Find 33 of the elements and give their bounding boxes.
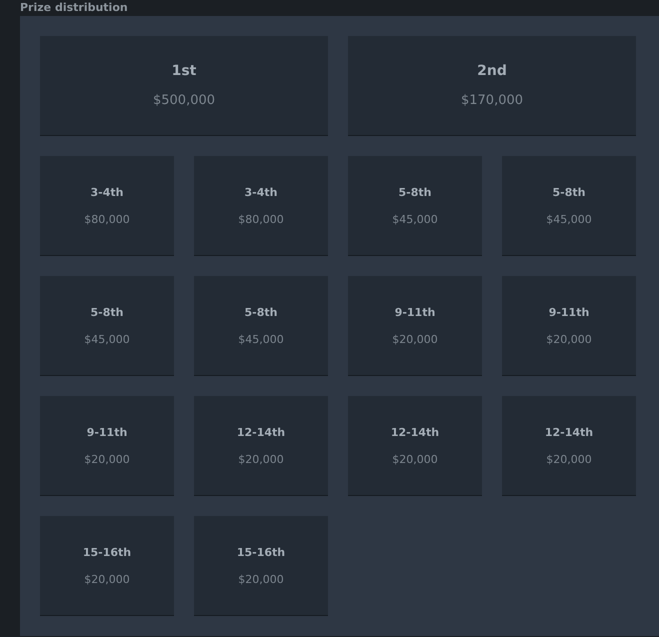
prize-amount: $45,000 (84, 332, 130, 346)
place-label: 9-11th (394, 306, 436, 318)
place-label: 1st (172, 63, 196, 79)
place-label: 9-11th (548, 306, 590, 318)
prize-amount: $20,000 (84, 572, 130, 586)
place-label: 15-16th (236, 546, 286, 558)
prize-amount: $80,000 (84, 212, 130, 226)
prize-amount: $20,000 (238, 572, 284, 586)
place-label: 15-16th (82, 546, 132, 558)
prize-amount: $45,000 (238, 332, 284, 346)
prize-amount: $20,000 (546, 452, 592, 466)
place-label: 12-14th (236, 426, 286, 438)
prize-amount: $20,000 (392, 332, 438, 346)
place-label: 9-11th (86, 426, 128, 438)
section-title: Prize distribution (20, 0, 129, 15)
prize-amount: $45,000 (392, 212, 438, 226)
place-label: 12-14th (390, 426, 440, 438)
place-label: 5-8th (244, 306, 278, 318)
place-label: 3-4th (90, 186, 124, 198)
place-label: 5-8th (552, 186, 586, 198)
prize-amount: $20,000 (238, 452, 284, 466)
place-label: 2nd (477, 63, 507, 79)
prize-amount: $45,000 (546, 212, 592, 226)
prize-amount: $500,000 (152, 93, 216, 108)
place-label: 3-4th (244, 186, 278, 198)
prize-amount: $170,000 (460, 93, 524, 108)
prize-amount: $20,000 (546, 332, 592, 346)
place-label: 12-14th (544, 426, 594, 438)
prize-amount: $20,000 (392, 452, 438, 466)
place-label: 5-8th (90, 306, 124, 318)
prize-amount: $80,000 (238, 212, 284, 226)
place-label: 5-8th (398, 186, 432, 198)
prize-amount: $20,000 (84, 452, 130, 466)
